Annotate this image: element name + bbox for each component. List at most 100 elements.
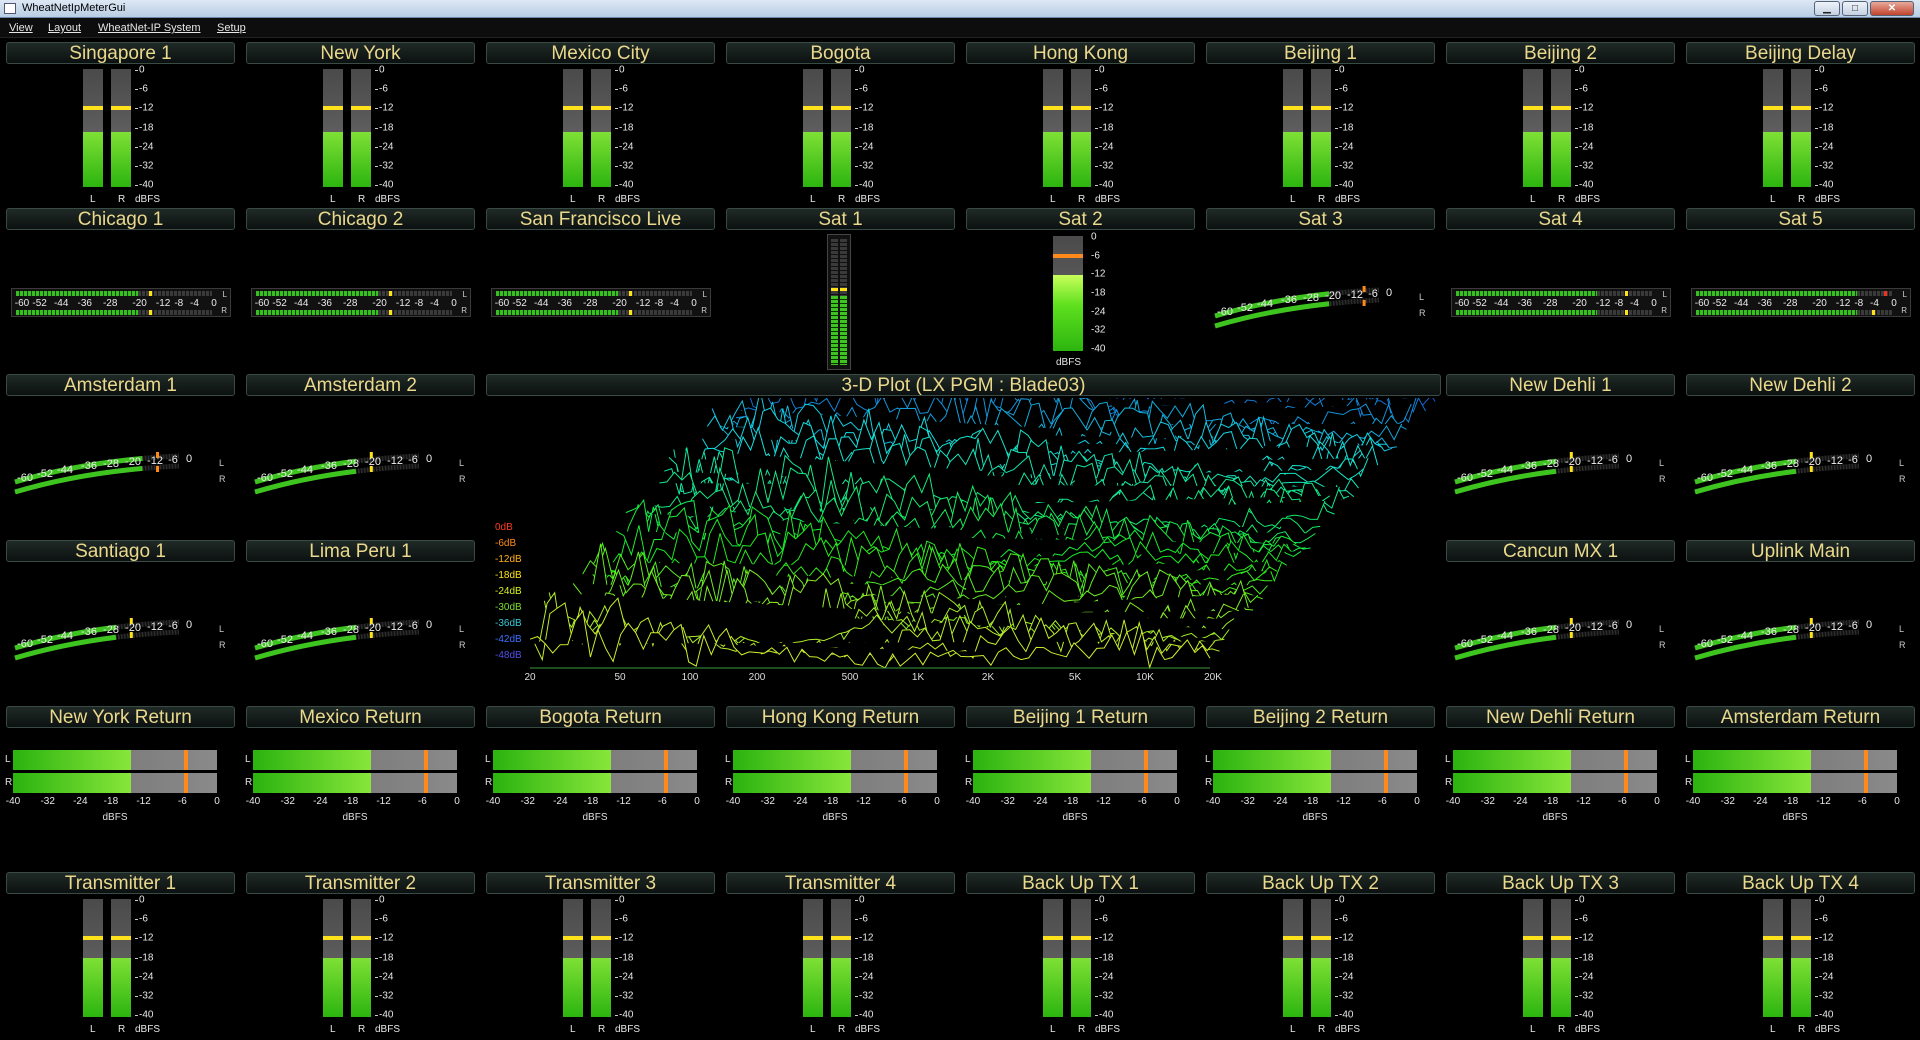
meter-panel-sat-3[interactable]: Sat 3 -60 -52 -44 -36 -28 -20 -12 -6 0 L R — [1205, 208, 1437, 372]
meter-panel-cancun-mx-1[interactable]: Cancun MX 1 -60 -52 -44 -36 -28 -20 -12 -6 0 L R — [1445, 540, 1677, 704]
maximize-button[interactable]: □ — [1842, 1, 1868, 16]
meter-panel-3-d-plot-lx-pgm-blade03[interactable]: 3-D Plot (LX PGM : Blade03) 0dB -6dB -12dB -… — [485, 374, 1441, 704]
minimize-button[interactable]: ▁ — [1814, 1, 1840, 16]
scale-tick — [855, 185, 858, 186]
scale-tick-label: -40 — [485, 796, 501, 807]
channel-label-r: R — [1558, 194, 1566, 205]
meter-panel-sat-2[interactable]: Sat 2 0 -6 -12 -18 -24 -32 -40 dBFS — [965, 208, 1197, 372]
vu-bar-l — [1763, 899, 1783, 1017]
meter-panel-back-up-tx-1[interactable]: Back Up TX 1 0 -6 -12 -18 -24 -32 -40 L RdBFS — [965, 872, 1197, 1036]
scale-tick-label: -32 — [1339, 990, 1354, 1002]
meter-panel-back-up-tx-2[interactable]: Back Up TX 2 0 -6 -12 -18 -24 -32 -40 L RdBFS — [1205, 872, 1437, 1036]
peak-hold-r — [831, 106, 851, 111]
level-fill-r — [733, 773, 852, 793]
segment-bar-l — [496, 291, 618, 296]
channel-label-r: R — [1419, 308, 1426, 318]
meter-panel-beijing-delay[interactable]: Beijing Delay 0 -6 -12 -18 -24 -32 -40 L RdBFS — [1685, 42, 1917, 206]
meter-panel-beijing-1[interactable]: Beijing 1 0 -6 -12 -18 -24 -32 -40 L RdBFS — [1205, 42, 1437, 206]
scale-tick — [1095, 1015, 1098, 1016]
meter-panel-amsterdam-2[interactable]: Amsterdam 2 -60 -52 -44 -36 -28 -20 -12 -6 0 L R — [245, 374, 477, 538]
scale-tick-label: -24 — [1273, 796, 1288, 807]
unit-label: dBFS — [1095, 194, 1121, 205]
meter-panel-beijing-1-return[interactable]: Beijing 1 Return L R -40 -32 -24 -18 -12 -6 0 dBFS — [965, 706, 1197, 870]
scale-tick-label: -40 — [139, 179, 154, 191]
arc-meter-graphic: -60 -52 -44 -36 -28 -20 -12 -6 0 LR — [14, 452, 226, 495]
meter-panel-back-up-tx-3[interactable]: Back Up TX 3 0 -6 -12 -18 -24 -32 -40 L RdBFS — [1445, 872, 1677, 1036]
vu-level-l — [1283, 958, 1303, 1017]
menu-view[interactable]: View — [9, 22, 33, 34]
meter-panel-singapore-1[interactable]: Singapore 1 0 -6 -12 -18 -24 -32 -40 L RdBFS — [5, 42, 237, 206]
level-fill-r — [973, 773, 1092, 793]
vu-level-l — [323, 958, 343, 1017]
scale-tick-label: -6 — [1819, 913, 1828, 925]
meter-panel-uplink-main[interactable]: Uplink Main -60 -52 -44 -36 -28 -20 -12 -6 0 L R — [1685, 540, 1917, 704]
scale-tick-label: -12 — [1339, 102, 1354, 114]
db-axis-label: -6dB — [495, 538, 517, 549]
peak-hold-r — [369, 466, 373, 472]
meter-panel-mexico-return[interactable]: Mexico Return L R -40 -32 -24 -18 -12 -6 0 dBFS — [245, 706, 477, 870]
menu-wheatnet-ip-system[interactable]: WheatNet-IP System — [98, 22, 201, 34]
meter-panel-sat-1[interactable]: Sat 1 — [725, 208, 957, 372]
meter-panel-chicago-1[interactable]: Chicago 1 L R -60 -52 -44 -36 -28 -20 -12 -8 -4 0 — [5, 208, 237, 372]
scale-tick-label: -32 — [760, 796, 775, 807]
scale-tick-label: -32 — [520, 796, 535, 807]
scale-tick-label: -6 — [168, 620, 178, 632]
scale-tick-label: -18 — [379, 122, 394, 133]
meter-panel-hong-kong-return[interactable]: Hong Kong Return L R -40 -32 -24 -18 -12 -6 0 dBFS — [725, 706, 957, 870]
meter-panel-chicago-2[interactable]: Chicago 2 L R -60 -52 -44 -36 -28 -20 -12 -8 -4 0 — [245, 208, 477, 372]
meter-panel-lima-peru-1[interactable]: Lima Peru 1 -60 -52 -44 -36 -28 -20 -12 -6 0 L R — [245, 540, 477, 704]
meter-panel-transmitter-1[interactable]: Transmitter 1 0 -6 -12 -18 -24 -32 -40 L RdBFS — [5, 872, 237, 1036]
meter-panel-sat-5[interactable]: Sat 5 L R -60 -52 -44 -36 -28 -20 -12 -8 -4 0 — [1685, 208, 1917, 372]
peak-hold-l — [1384, 750, 1389, 770]
channel-label-l: L — [219, 458, 224, 468]
scale-tick-label: 0 — [1894, 796, 1900, 807]
scale-tick — [1815, 146, 1818, 148]
scale-tick-label: -52 — [1717, 634, 1733, 646]
scale-tick-label: -12 — [856, 796, 871, 807]
frequency-axis-label: 500 — [841, 672, 859, 683]
meter-panel-new-dehli-return[interactable]: New Dehli Return L R -40 -32 -24 -18 -12 -6 0 dBFS — [1445, 706, 1677, 870]
scale-tick — [855, 1015, 858, 1016]
meter-panel-sat-4[interactable]: Sat 4 L R -60 -52 -44 -36 -28 -20 -12 -8 -4 0 — [1445, 208, 1677, 372]
scale-tick — [1815, 165, 1818, 167]
vu-level-l — [1523, 958, 1543, 1017]
scale-tick-label: -18 — [1819, 952, 1834, 963]
meter-panel-san-francisco-live[interactable]: San Francisco Live L R -60 -52 -44 -36 -28 -20 -1… — [485, 208, 717, 372]
menu-layout[interactable]: Layout — [48, 22, 81, 34]
meter-panel-mexico-city[interactable]: Mexico City 0 -6 -12 -18 -24 -32 -40 L RdBFS — [485, 42, 717, 206]
meter-panel-santiago-1[interactable]: Santiago 1 -60 -52 -44 -36 -28 -20 -12 -6 0 L R — [5, 540, 237, 704]
meter-panel-bogota-return[interactable]: Bogota Return L R -40 -32 -24 -18 -12 -6 0 dBFS — [485, 706, 717, 870]
scale-tick-label: -60 — [1697, 472, 1713, 484]
vu-bar-l — [323, 899, 343, 1017]
scale-tick-label: -12 — [619, 102, 634, 114]
meter-panel-new-dehli-2[interactable]: New Dehli 2 -60 -52 -44 -36 -28 -20 -12 -6 0 L R — [1685, 374, 1917, 538]
meter-panel-transmitter-4[interactable]: Transmitter 4 0 -6 -12 -18 -24 -32 -40 L RdBFS — [725, 872, 957, 1036]
meter-panel-new-york[interactable]: New York 0 -6 -12 -18 -24 -32 -40 L RdBFS — [245, 42, 477, 206]
unit-label: dBFS — [375, 194, 401, 205]
meter-panel-beijing-2-return[interactable]: Beijing 2 Return L R -40 -32 -24 -18 -12 -6 0 dBFS — [1205, 706, 1437, 870]
menu-setup[interactable]: Setup — [217, 22, 246, 34]
scale-tick-label: -18 — [1819, 122, 1834, 133]
scale-tick-label: -6 — [408, 620, 418, 632]
close-button[interactable]: ✕ — [1870, 1, 1914, 16]
meter-panel-bogota[interactable]: Bogota 0 -6 -12 -18 -24 -32 -40 L RdBFS — [725, 42, 957, 206]
meter-panel-beijing-2[interactable]: Beijing 2 0 -6 -12 -18 -24 -32 -40 L RdBFS — [1445, 42, 1677, 206]
frequency-axis-label: 200 — [748, 672, 766, 683]
db-scale: 0 -6 -12 -18 -24 -32 -40 — [1815, 65, 1845, 191]
meter-panel-back-up-tx-4[interactable]: Back Up TX 4 0 -6 -12 -18 -24 -32 -40 L RdBFS — [1685, 872, 1917, 1036]
meter-panel-new-dehli-1[interactable]: New Dehli 1 -60 -52 -44 -36 -28 -20 -12 -6 0 L R — [1445, 374, 1677, 538]
channel-label-r: R — [838, 194, 846, 205]
peak-hold-l — [1763, 936, 1783, 941]
meter-title: New Dehli 1 — [1446, 374, 1675, 396]
meter-panel-transmitter-3[interactable]: Transmitter 3 0 -6 -12 -18 -24 -32 -40 L RdBFS — [485, 872, 717, 1036]
meter-panel-new-york-return[interactable]: New York Return L R -40 -32 -24 -18 -12 -6 0 dBFS — [5, 706, 237, 870]
scale-tick-label: -4 — [1630, 298, 1639, 309]
meter-panel-amsterdam-1[interactable]: Amsterdam 1 -60 -52 -44 -36 -28 -20 -12 -6 0 L R — [5, 374, 237, 538]
vu-level-l — [1763, 131, 1783, 187]
meter-panel-transmitter-2[interactable]: Transmitter 2 0 -6 -12 -18 -24 -32 -40 L RdBFS — [245, 872, 477, 1036]
scale-tick — [1575, 900, 1578, 901]
meter-panel-amsterdam-return[interactable]: Amsterdam Return L R -40 -32 -24 -18 -12 -6 0 dBFS — [1685, 706, 1917, 870]
peak-hold-l — [129, 618, 133, 624]
segment-bar-r — [1456, 310, 1598, 315]
meter-panel-hong-kong[interactable]: Hong Kong 0 -6 -12 -18 -24 -32 -40 L RdBFS — [965, 42, 1197, 206]
